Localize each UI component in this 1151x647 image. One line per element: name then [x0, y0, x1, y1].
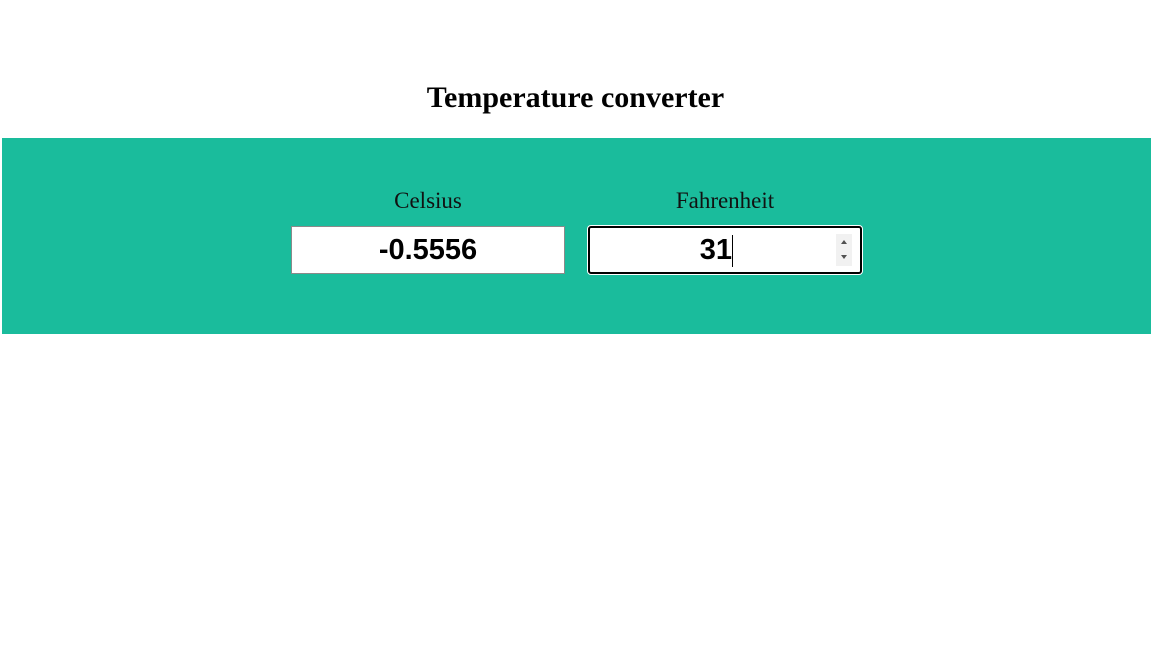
fahrenheit-label: Fahrenheit [675, 188, 775, 213]
fahrenheit-input-value: 31 [699, 234, 732, 266]
spinner-decrement-button[interactable] [836, 250, 852, 266]
text-caret [732, 235, 733, 267]
chevron-up-icon [841, 240, 847, 244]
celsius-label: Celsius [394, 188, 462, 213]
fahrenheit-input[interactable]: 31 [588, 226, 862, 274]
celsius-input[interactable]: -0.5556 [291, 226, 565, 274]
celsius-field-group: Celsius -0.5556 [291, 186, 565, 274]
spinner-increment-button[interactable] [836, 234, 852, 250]
fahrenheit-field-group: Fahrenheit 31 [588, 186, 862, 274]
converter-panel: Celsius -0.5556 Fahrenheit 31 [2, 138, 1151, 334]
chevron-down-icon [841, 255, 847, 259]
page: Temperature converter Celsius -0.5556 Fa… [0, 0, 1151, 647]
number-spinner[interactable] [836, 234, 852, 266]
page-title: Temperature converter [426, 81, 725, 114]
celsius-input-value: -0.5556 [378, 234, 478, 266]
